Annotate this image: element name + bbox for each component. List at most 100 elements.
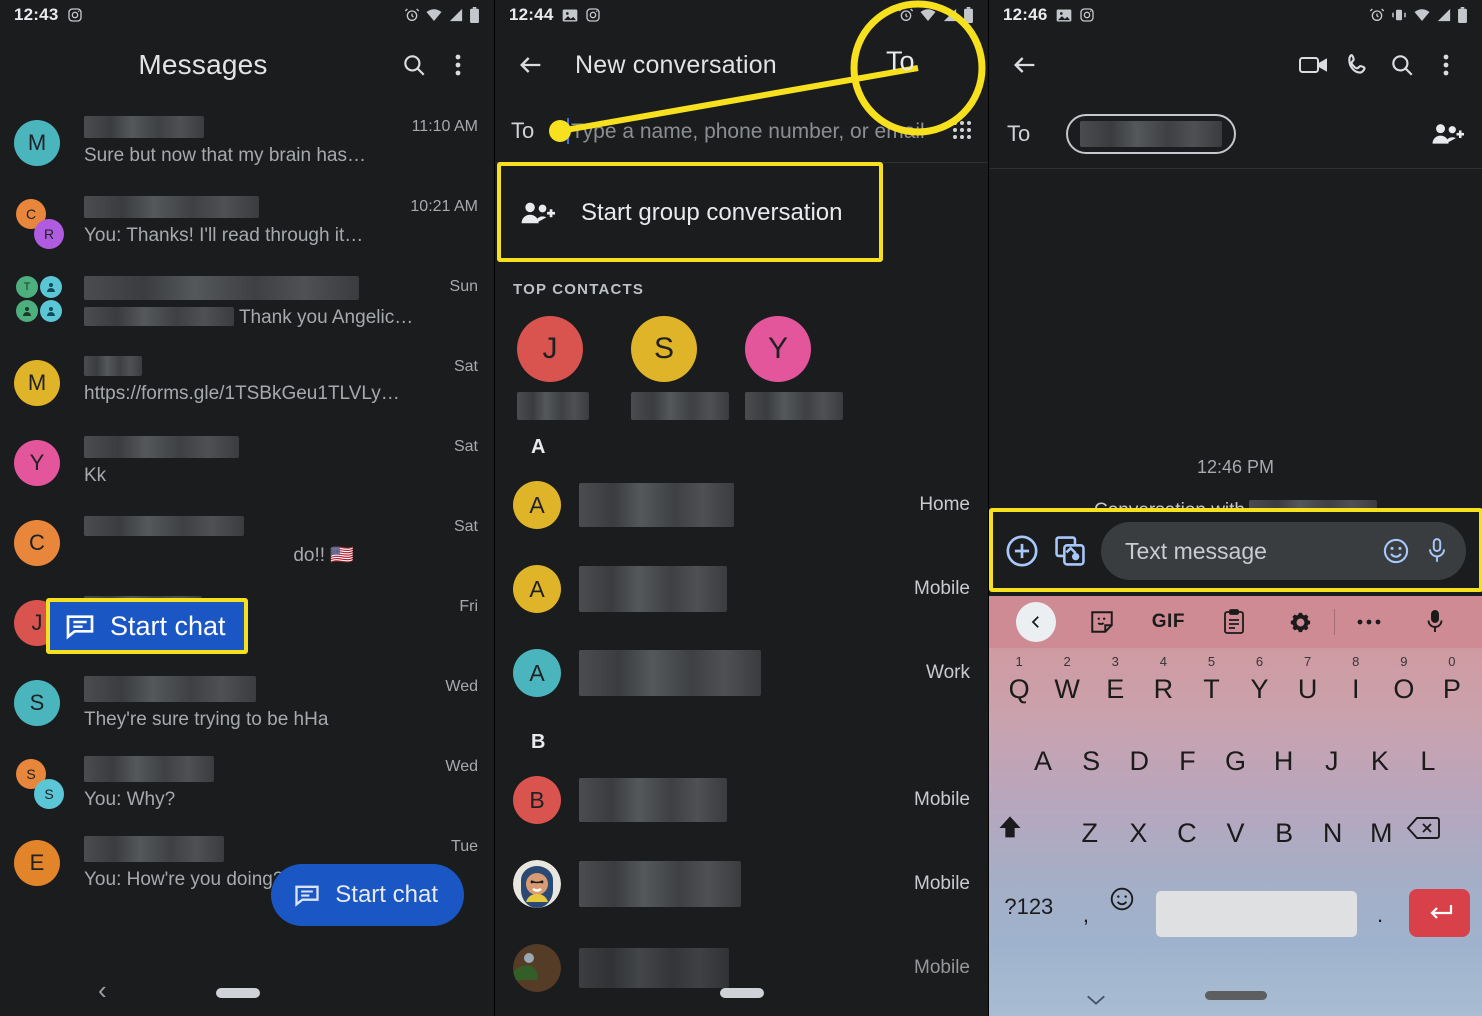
message-snippet: do!! 🇺🇸 (293, 545, 354, 566)
key-u[interactable]: 7U (1284, 654, 1332, 728)
panel-messages-list: 12:43 Messages M Sure but now that my br… (0, 0, 494, 1016)
top-contact-item[interactable]: Y (745, 316, 843, 420)
key-x[interactable]: X (1114, 800, 1163, 872)
start-chat-tooltip-label: Start chat (110, 610, 226, 641)
list-item[interactable]: M https://forms.gle/1TSBkGeu1TLVLy… Sat (0, 340, 494, 420)
overflow-menu-icon[interactable] (436, 43, 480, 87)
shift-key[interactable] (995, 800, 1065, 872)
dialpad-icon[interactable] (942, 120, 972, 142)
space-key[interactable] (1156, 891, 1357, 937)
keyboard-back-chevron-icon[interactable] (1003, 602, 1069, 642)
back-nav-icon[interactable]: ‹ (98, 975, 107, 1006)
search-icon[interactable] (392, 43, 436, 87)
key-o[interactable]: 9O (1380, 654, 1428, 728)
key-label: Y (1250, 674, 1269, 704)
top-contact-item[interactable]: S (631, 316, 729, 420)
emoji-key[interactable] (1109, 872, 1156, 944)
home-indicator[interactable] (1204, 990, 1267, 1000)
contact-row[interactable]: A Home (495, 463, 988, 547)
to-button-label[interactable]: To (886, 46, 915, 77)
key-r[interactable]: 4R (1139, 654, 1187, 728)
key-v[interactable]: V (1211, 800, 1260, 872)
key-s[interactable]: S (1067, 728, 1115, 800)
key-f[interactable]: F (1163, 728, 1211, 800)
group-add-icon[interactable] (1432, 121, 1464, 147)
home-indicator[interactable] (216, 988, 260, 998)
key-l[interactable]: L (1404, 728, 1452, 800)
list-item[interactable]: S S You: Why? Wed (0, 740, 494, 820)
list-item[interactable]: S They're sure trying to be hHa Wed (0, 660, 494, 740)
recipient-input[interactable]: Type a name, phone number, or email (567, 118, 942, 144)
vibrate-icon (1390, 8, 1408, 22)
key-b[interactable]: B (1260, 800, 1309, 872)
contact-phone-type: Mobile (914, 873, 970, 894)
emoji-icon[interactable] (1382, 537, 1410, 565)
start-group-conversation-button[interactable]: Start group conversation (495, 163, 988, 263)
timestamp: Sun (449, 278, 478, 295)
camera-gallery-icon[interactable] (1053, 534, 1087, 568)
clipboard-icon[interactable] (1201, 609, 1267, 635)
start-chat-tooltip-callout[interactable]: Start chat (46, 598, 248, 654)
key-e[interactable]: 3E (1091, 654, 1139, 728)
key-d[interactable]: D (1115, 728, 1163, 800)
key-label: ?123 (1004, 894, 1054, 919)
add-attachment-icon[interactable] (1005, 534, 1039, 568)
enter-key[interactable] (1409, 889, 1471, 937)
start-chat-button[interactable]: Start chat (271, 864, 464, 926)
composer-wrapper: Text message (989, 512, 1482, 590)
key-q[interactable]: 1Q (995, 654, 1043, 728)
contact-row[interactable]: Mobile (495, 842, 988, 926)
key-k[interactable]: K (1356, 728, 1404, 800)
top-contact-item[interactable]: J (517, 316, 597, 420)
key-number: 4 (1159, 654, 1167, 669)
key-z[interactable]: Z (1065, 800, 1114, 872)
key-h[interactable]: H (1260, 728, 1308, 800)
to-chip-row: To (989, 100, 1482, 168)
list-item[interactable]: C do!! 🇺🇸 Sat (0, 500, 494, 580)
back-arrow-icon[interactable] (1003, 43, 1047, 87)
key-a[interactable]: A (1019, 728, 1067, 800)
alarm-icon (898, 7, 914, 23)
gif-icon[interactable]: GIF (1135, 611, 1201, 633)
video-call-icon[interactable] (1292, 43, 1336, 87)
key-c[interactable]: C (1163, 800, 1212, 872)
cellular-signal-icon (1436, 8, 1452, 22)
contact-row[interactable]: A Work (495, 631, 988, 715)
list-item[interactable]: M Sure but now that my brain has… 11:10 … (0, 100, 494, 180)
key-m[interactable]: M (1357, 800, 1406, 872)
key-j[interactable]: J (1308, 728, 1356, 800)
key-y[interactable]: 6Y (1236, 654, 1284, 728)
list-item[interactable]: T Thank you Angelic… Sun (0, 260, 494, 340)
comma-key[interactable]: , (1063, 872, 1110, 944)
search-icon[interactable] (1380, 43, 1424, 87)
key-p[interactable]: 0P (1428, 654, 1476, 728)
microphone-icon[interactable] (1424, 537, 1450, 565)
gear-icon[interactable] (1268, 610, 1334, 635)
key-i[interactable]: 8I (1332, 654, 1380, 728)
back-arrow-icon[interactable] (509, 43, 553, 87)
microphone-icon[interactable] (1402, 609, 1468, 635)
key-g[interactable]: G (1211, 728, 1259, 800)
home-indicator[interactable] (720, 988, 764, 998)
sticker-icon[interactable] (1069, 609, 1135, 635)
key-w[interactable]: 2W (1043, 654, 1091, 728)
overflow-menu-icon[interactable] (1336, 618, 1402, 626)
to-field-row[interactable]: To Type a name, phone number, or email (495, 100, 988, 162)
overflow-menu-icon[interactable] (1424, 43, 1468, 87)
list-item[interactable]: C R You: Thanks! I'll read through it… 1… (0, 180, 494, 260)
key-t[interactable]: 5T (1187, 654, 1235, 728)
list-item[interactable]: Y Kk Sat (0, 420, 494, 500)
text-message-input[interactable]: Text message (1101, 522, 1466, 580)
page-title: Messages (138, 49, 268, 80)
key-n[interactable]: N (1308, 800, 1357, 872)
phone-call-icon[interactable] (1336, 43, 1380, 87)
hide-keyboard-chevron-icon[interactable] (1085, 992, 1107, 1008)
conversation-text: Thank you Angelic… (72, 274, 440, 329)
contact-row[interactable]: B Mobile (495, 758, 988, 842)
period-key[interactable]: . (1357, 872, 1404, 944)
symbols-key[interactable]: ?123 (995, 872, 1063, 944)
backspace-key[interactable] (1406, 800, 1476, 872)
recipient-chip[interactable] (1066, 114, 1237, 154)
panel-new-conversation: 12:44 New conversation To Type a name, p… (494, 0, 988, 1016)
contact-row[interactable]: A Mobile (495, 547, 988, 631)
